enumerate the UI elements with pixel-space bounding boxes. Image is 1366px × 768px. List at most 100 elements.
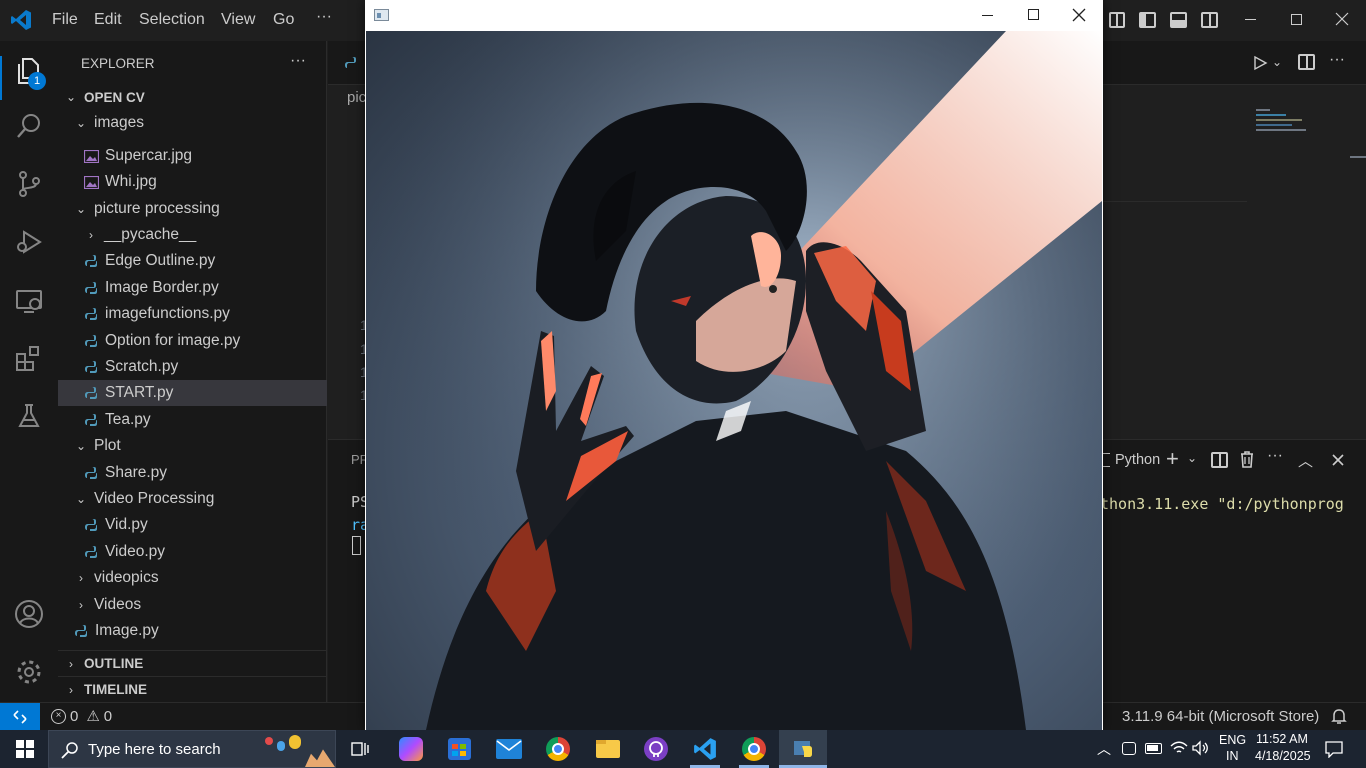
split-terminal-icon[interactable] [1211,452,1228,468]
vscode-taskbar-icon[interactable] [693,737,717,761]
remote-explorer-icon[interactable] [13,285,45,317]
terminal-label[interactable]: Python [1115,452,1160,468]
run-dropdown-chevron-icon[interactable]: ⌄ [1272,55,1282,69]
windows-taskbar: Type here to search ︿ ENG IN 11:52 AM 4/… [0,730,1366,768]
accounts-icon[interactable] [13,598,45,630]
tree-file[interactable]: imagefunctions.py [58,301,327,327]
tree-file[interactable]: Share.py [58,460,327,486]
terminal-cursor [352,536,361,555]
python-file-icon [84,545,98,559]
workspace-root[interactable]: ⌄ OPEN CV [58,84,327,110]
menu-go[interactable]: Go [273,11,294,29]
wifi-icon[interactable] [1170,740,1188,761]
tree-file[interactable]: START.py [58,380,327,406]
tree-file[interactable]: Supercar.jpg [58,143,327,169]
manage-gear-icon[interactable] [13,656,45,688]
extensions-icon[interactable] [13,342,45,374]
tree-file[interactable]: Video.py [58,539,327,565]
mail-icon[interactable] [496,739,522,759]
remote-indicator[interactable] [0,703,40,730]
window-maximize-icon[interactable] [1028,9,1039,20]
menu-edit[interactable]: Edit [94,11,122,29]
kill-terminal-trash-icon[interactable] [1240,451,1254,473]
tree-file[interactable]: Option for image.py [58,328,327,354]
menu-selection[interactable]: Selection [139,11,205,29]
tree-folder[interactable]: ⌄ Plot [58,433,327,459]
taskbar-search-box[interactable]: Type here to search [48,730,336,768]
menu-more[interactable]: ··· [316,8,332,26]
menu-file[interactable]: File [52,11,78,29]
new-terminal-plus-icon[interactable]: + [1166,446,1179,472]
notifications-bell-icon[interactable] [1331,708,1347,729]
explorer-more-button[interactable]: ··· [290,52,306,70]
tree-file[interactable]: Whi.jpg [58,169,327,195]
opencv-image-window[interactable] [365,0,1103,730]
breadcrumb[interactable]: pic [347,89,366,106]
close-panel-icon[interactable] [1331,453,1345,472]
python-file-icon [84,518,98,532]
toggle-secondary-sidebar-icon[interactable] [1201,12,1218,28]
window-minimize-icon[interactable] [982,15,993,16]
volume-icon[interactable] [1192,740,1210,761]
tree-file[interactable]: Vid.py [58,512,327,538]
search-icon[interactable] [13,110,45,142]
file-explorer-icon[interactable] [596,740,620,758]
python-interpreter[interactable]: 3.11.9 64-bit (Microsoft Store) [1122,708,1319,725]
copilot-icon[interactable] [399,737,423,761]
tree-file[interactable]: Image Border.py [58,275,327,301]
toggle-sidebar-icon[interactable] [1139,12,1156,28]
tree-file[interactable]: Image.py [58,618,327,644]
tree-file[interactable]: Scratch.py [58,354,327,380]
chrome-icon[interactable] [546,737,570,761]
source-control-icon[interactable] [13,168,45,200]
run-python-icon[interactable] [1252,55,1268,76]
window-close-icon[interactable] [1072,8,1086,27]
battery-icon[interactable] [1145,743,1162,754]
run-debug-icon[interactable] [13,226,45,258]
workspace-root-label: OPEN CV [84,89,145,105]
split-editor-icon[interactable] [1298,54,1315,70]
windows-start-icon[interactable] [16,740,34,758]
problems-indicator[interactable]: × 0 ⚠ 0 [51,707,112,725]
tree-folder[interactable]: › videopics [58,565,327,591]
tree-file[interactable]: Edge Outline.py [58,248,327,274]
search-icon [61,742,78,759]
restore-icon[interactable] [1291,14,1302,25]
scrollbar-thumb[interactable] [1350,156,1366,158]
clock-time[interactable]: 11:52 AM [1256,732,1308,746]
notification-center-icon[interactable] [1325,740,1343,763]
python-file-icon [84,466,98,480]
tree-folder[interactable]: › __pycache__ [58,222,327,248]
maximize-panel-chevron-up-icon[interactable]: ︿ [1298,450,1313,471]
minimize-icon[interactable] [1245,19,1256,20]
customize-layout-icon[interactable] [1109,12,1125,28]
tree-folder[interactable]: › Videos [58,592,327,618]
outline-section[interactable]: › OUTLINE [58,650,327,676]
meet-now-icon[interactable] [1122,742,1136,755]
toggle-panel-icon[interactable] [1170,12,1187,28]
menu-view[interactable]: View [221,11,255,29]
task-view-icon[interactable] [351,740,369,758]
chevron-down-icon: ⌄ [75,492,87,506]
chrome-profile-icon[interactable] [742,737,766,761]
tree-folder[interactable]: ⌄ picture processing [58,196,327,222]
tree-file[interactable]: Tea.py [58,407,327,433]
tree-folder[interactable]: ⌄ Video Processing [58,486,327,512]
microsoft-store-icon[interactable] [448,738,471,760]
tree-folder[interactable]: ⌄ images [58,110,327,136]
clock-date[interactable]: 4/18/2025 [1255,749,1311,763]
tree-item-label: Video.py [105,543,166,560]
timeline-section[interactable]: › TIMELINE [58,676,327,702]
github-desktop-icon[interactable] [644,737,668,761]
input-language[interactable]: ENG [1219,733,1246,747]
python-taskbar-button[interactable] [779,730,827,768]
testing-icon[interactable] [13,400,45,432]
tray-chevron-up-icon[interactable]: ︿ [1097,739,1111,759]
tree-item-label: Image.py [95,622,159,639]
close-icon[interactable] [1334,11,1350,27]
anime-portrait-illustration [366,31,1102,730]
panel-more-actions[interactable]: ··· [1267,447,1283,465]
terminal-dropdown-chevron-icon[interactable]: ⌄ [1187,451,1197,465]
editor-more-actions[interactable]: ··· [1329,51,1345,69]
input-region[interactable]: IN [1226,749,1239,763]
